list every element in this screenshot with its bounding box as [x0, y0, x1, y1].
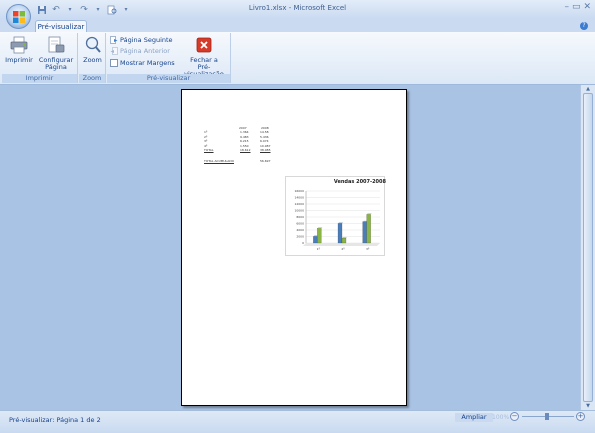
office-logo-icon	[13, 11, 25, 23]
group-zoom: Zoom Zoom	[79, 33, 106, 83]
chart-y-tick-label: 10000	[294, 209, 304, 213]
printer-icon	[10, 36, 28, 54]
checkbox-icon	[110, 59, 118, 67]
close-button[interactable]: ✕	[583, 2, 591, 12]
imprimir-label: Imprimir	[5, 56, 33, 64]
table-acumulado-label: TOTAL ACUMULADO	[204, 159, 235, 163]
chart-bar	[313, 236, 318, 244]
chart-bar	[341, 238, 347, 244]
table-row-label: 3º	[204, 139, 208, 143]
chart-y-tick-label: 0	[302, 241, 304, 245]
title-bar: ↶ ▾ ↷ ▾ ▾ Livro1.xlsx - Microsoft Excel …	[0, 0, 595, 19]
zoom-percentage[interactable]: 100%	[492, 414, 509, 421]
scroll-thumb[interactable]	[583, 93, 593, 402]
zoom-label-status[interactable]: Ampliar	[455, 413, 493, 422]
chart-y-tick-label: 14000	[294, 196, 304, 200]
zoom-label: Zoom	[83, 56, 102, 64]
chart-floor	[303, 243, 380, 246]
table-total-2007: 18.612	[240, 148, 251, 152]
chart-y-tick-label: 2000	[296, 235, 304, 239]
chart-bar-top	[317, 227, 323, 229]
chart-x-tick-label: 3º	[366, 247, 370, 251]
ribbon: Imprimir Configurar Página Imprimir Zoom…	[0, 32, 595, 85]
chart-svg: 16000 14000 12000 10000 8000 6000 4000 2000 0 1º 2…	[294, 189, 380, 251]
zoom-out-icon[interactable]: −	[510, 412, 519, 421]
chart-bar	[362, 221, 367, 244]
pagina-seguinte-button[interactable]: Página Seguinte	[110, 36, 173, 44]
help-icon[interactable]: ?	[580, 22, 588, 30]
imprimir-button[interactable]: Imprimir	[4, 35, 34, 64]
group-imprimir: Imprimir Configurar Página Imprimir	[2, 33, 78, 83]
previous-page-icon	[110, 47, 118, 55]
chart-y-tick-label: 8000	[296, 215, 304, 219]
status-bar: Pré-visualizar: Página 1 de 2 Ampliar 10…	[0, 410, 595, 433]
preview-page: 2007 2008 1º 1.364 14.58 2º 9.483 5.436 …	[181, 89, 407, 406]
mostrar-margens-checkbox[interactable]: Mostrar Margens	[110, 59, 175, 67]
close-preview-icon	[196, 37, 212, 53]
table-acumulado-value: 56.697	[260, 159, 271, 163]
mostrar-margens-label: Mostrar Margens	[120, 59, 175, 67]
table-cell: 1.364	[240, 130, 249, 134]
chart-y-tick-label: 16000	[294, 189, 304, 193]
vertical-scrollbar[interactable]: ▲ ▼	[580, 85, 595, 410]
pagina-seguinte-label: Página Seguinte	[120, 36, 173, 44]
table-row-label: 1º	[204, 130, 208, 134]
next-page-icon	[110, 36, 118, 44]
office-button[interactable]	[6, 4, 31, 29]
group-label-zoom: Zoom	[79, 74, 105, 83]
configurar-pagina-button[interactable]: Configurar Página	[37, 35, 75, 71]
group-label-pre-visualizar: Pré-visualizar	[107, 74, 230, 83]
group-pre-visualizar: Página Seguinte Página Anterior Mostrar …	[107, 33, 231, 83]
chart-bar	[337, 223, 343, 244]
ribbon-tab-row: Pré-visualizar ?	[0, 19, 595, 33]
chart-y-tick-label: 6000	[296, 222, 304, 226]
magnifier-icon	[85, 36, 101, 53]
scroll-down-arrow-icon[interactable]: ▼	[584, 403, 592, 409]
chart-x-tick-label: 1º	[317, 247, 321, 251]
window-controls: – ▭ ✕	[564, 2, 591, 12]
minimize-button[interactable]: –	[564, 2, 569, 12]
chart-bar-top	[342, 237, 347, 239]
chart-y-tick-label: 4000	[296, 228, 304, 232]
zoom-button[interactable]: Zoom	[81, 35, 104, 64]
zoom-slider-thumb[interactable]	[545, 413, 549, 420]
chart-y-tick-label: 12000	[294, 202, 304, 206]
chart-bar	[366, 214, 371, 244]
configurar-label-2: Página	[45, 63, 67, 71]
pagina-anterior-button[interactable]: Página Anterior	[110, 47, 170, 55]
window-title: Livro1.xlsx - Microsoft Excel	[248, 4, 347, 12]
chart-x-tick-label: 2º	[341, 247, 345, 251]
scroll-up-arrow-icon[interactable]: ▲	[584, 86, 592, 92]
table-total-2008: 38.085	[260, 148, 271, 152]
chart-bar	[317, 228, 322, 244]
restore-button[interactable]: ▭	[572, 2, 581, 12]
pagina-anterior-label: Página Anterior	[120, 47, 170, 55]
zoom-in-icon[interactable]: +	[576, 412, 585, 421]
fechar-pre-visualizacao-button[interactable]: Fechar a Pré-visualização	[179, 35, 229, 78]
chart-bar-top	[366, 213, 372, 215]
table-cell: 6.074	[260, 139, 269, 143]
chart-container: Vendas 2007-2008 16000 14000 12000 10000 800…	[285, 176, 386, 256]
table-cell: 6.215	[240, 139, 249, 143]
table-total-label: TOTAL	[204, 148, 214, 152]
page-setup-icon	[48, 36, 65, 53]
group-label-imprimir: Imprimir	[2, 74, 77, 83]
table-cell: 14.58	[260, 130, 269, 134]
status-text: Pré-visualizar: Página 1 de 2	[9, 416, 101, 424]
